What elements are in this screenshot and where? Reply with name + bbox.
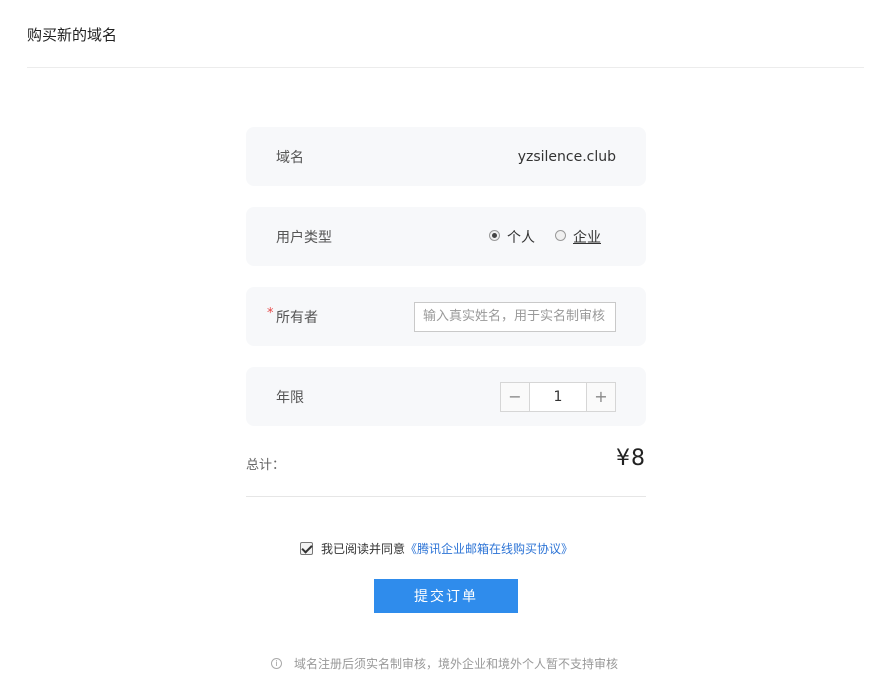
title-divider (27, 67, 864, 68)
notice-text: 域名注册后须实名制审核，境外企业和境外个人暂不支持审核 (294, 657, 619, 671)
domain-label: 域名 (276, 149, 304, 166)
user-type-radio-group: 个人 企业 (489, 227, 601, 247)
agreement-row: 我已阅读并同意 《腾讯企业邮箱在线购买协议》 (300, 540, 573, 557)
owner-label-wrap: * 所有者 (267, 306, 318, 327)
increment-button[interactable]: + (586, 382, 615, 411)
page-title: 购买新的域名 (27, 26, 118, 44)
radio-label-enterprise: 企业 (573, 229, 601, 246)
radio-button-enterprise[interactable] (555, 230, 566, 241)
notice-row: i 域名注册后须实名制审核，境外企业和境外个人暂不支持审核 (271, 655, 618, 672)
user-type-label: 用户类型 (276, 229, 332, 246)
total-value: 8 (631, 446, 646, 471)
total-price: ¥8 (616, 446, 646, 471)
decrement-button[interactable]: − (501, 382, 530, 411)
currency-symbol: ¥ (616, 446, 631, 471)
agreement-link[interactable]: 《腾讯企业邮箱在线购买协议》 (405, 540, 573, 557)
domain-card: 域名 yzsilence.club (246, 127, 646, 186)
radio-option-personal[interactable]: 个人 (489, 227, 535, 247)
radio-button-personal[interactable] (489, 230, 500, 241)
radio-label-personal: 个人 (507, 229, 535, 246)
duration-value-input[interactable] (530, 382, 586, 411)
owner-label: 所有者 (276, 309, 318, 326)
owner-name-input[interactable] (414, 301, 616, 332)
total-divider (246, 496, 646, 497)
total-label: 总计： (246, 458, 286, 473)
radio-option-enterprise[interactable]: 企业 (555, 227, 601, 247)
domain-value: yzsilence.club (517, 148, 616, 165)
duration-stepper: − + (500, 381, 616, 412)
owner-card: * 所有者 (246, 287, 646, 346)
user-type-card: 用户类型 个人 企业 (246, 207, 646, 266)
required-mark: * (267, 305, 274, 321)
info-icon: i (271, 658, 282, 669)
duration-card: 年限 − + (246, 367, 646, 426)
duration-label: 年限 (276, 389, 304, 406)
agreement-text: 我已阅读并同意 (321, 542, 406, 556)
agreement-checkbox[interactable] (300, 542, 313, 555)
submit-order-button[interactable]: 提交订单 (374, 579, 518, 613)
